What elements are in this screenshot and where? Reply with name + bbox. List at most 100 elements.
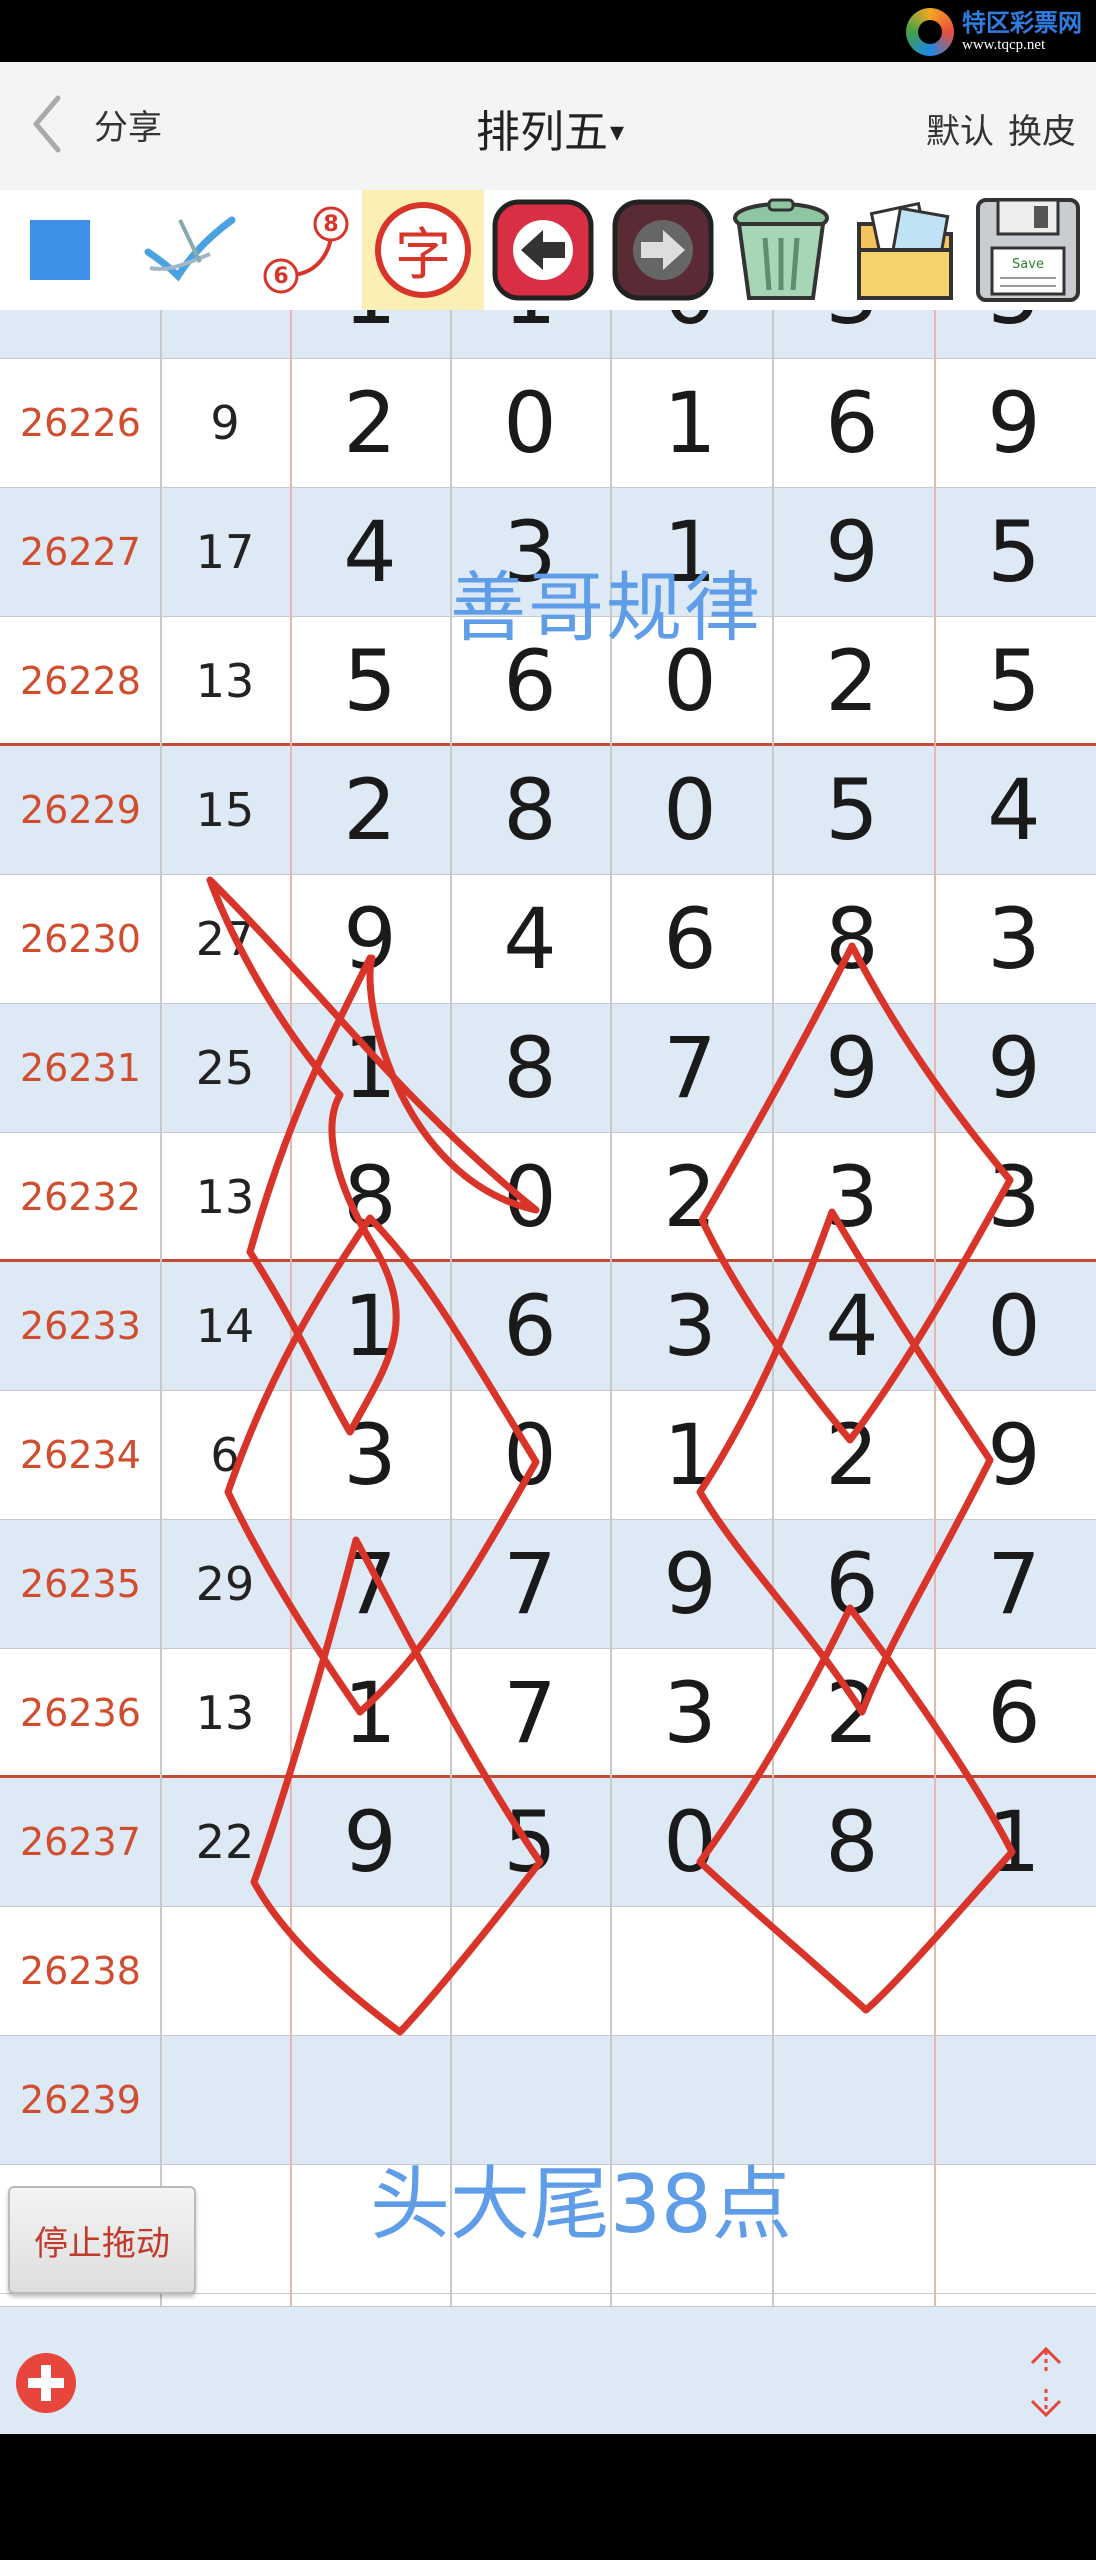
- digit-cell[interactable]: 9: [934, 1391, 1094, 1519]
- digit-cell[interactable]: [610, 1907, 770, 2035]
- logo-text: 特区彩票网: [962, 9, 1082, 37]
- digit-cell[interactable]: 6: [934, 1649, 1094, 1777]
- top-status-bar: 特区彩票网 www.tqcp.net: [0, 0, 1096, 62]
- clear-button[interactable]: [722, 190, 840, 310]
- digit-cell[interactable]: 9: [290, 875, 450, 1003]
- digit-cell[interactable]: [934, 2165, 1094, 2293]
- digit-cell[interactable]: 1: [290, 1649, 450, 1777]
- digit-cell[interactable]: 0: [450, 1391, 610, 1519]
- period-cell: 26230: [20, 917, 141, 961]
- digit-cell[interactable]: 5: [934, 617, 1094, 745]
- digit-cell[interactable]: 0: [934, 1262, 1094, 1390]
- digit-cell[interactable]: 5: [772, 746, 932, 874]
- digit-cell[interactable]: 0: [450, 1133, 610, 1261]
- change-skin-option[interactable]: 换皮: [1008, 104, 1076, 153]
- stop-drag-button[interactable]: 停止拖动: [8, 2186, 196, 2294]
- digit-cell[interactable]: 5: [450, 1778, 610, 1906]
- drawing-toolbar: 8 6 字 Save: [0, 190, 1096, 310]
- add-circle-icon[interactable]: [14, 2351, 78, 2415]
- digit-cell[interactable]: 7: [450, 1520, 610, 1648]
- digit-cell[interactable]: 4: [772, 1262, 932, 1390]
- digit-cell[interactable]: 8: [772, 875, 932, 1003]
- expand-vertical-icon[interactable]: [1024, 2345, 1068, 2419]
- digit-cell[interactable]: 2: [772, 1391, 932, 1519]
- digit-cell[interactable]: 9: [772, 1004, 932, 1132]
- digit-cell[interactable]: 3: [772, 310, 932, 358]
- digit-cell[interactable]: [450, 1907, 610, 2035]
- digit-cell[interactable]: [772, 2165, 932, 2293]
- default-option[interactable]: 默认: [926, 104, 994, 153]
- sum-cell: 27: [195, 912, 255, 966]
- digit-cell[interactable]: [772, 1907, 932, 2035]
- share-back-button[interactable]: 分享: [28, 92, 188, 156]
- digit-cell[interactable]: 1: [450, 310, 610, 358]
- digit-cell[interactable]: [934, 2036, 1094, 2164]
- digit-cell[interactable]: 3: [934, 875, 1094, 1003]
- digit-cell[interactable]: 0: [610, 1778, 770, 1906]
- table-row: 262251111035: [0, 310, 1096, 359]
- digit-cell[interactable]: 9: [610, 1520, 770, 1648]
- digit-cell[interactable]: 0: [450, 359, 610, 487]
- digit-cell[interactable]: 6: [610, 875, 770, 1003]
- digit-cell[interactable]: 6: [450, 1262, 610, 1390]
- digit-cell[interactable]: 7: [934, 1520, 1094, 1648]
- save-button[interactable]: Save: [968, 190, 1088, 310]
- digit-cell[interactable]: 3: [610, 1649, 770, 1777]
- digit-cell[interactable]: 1: [610, 1391, 770, 1519]
- digit-cell[interactable]: 5: [934, 488, 1094, 616]
- save-disk-icon: Save: [976, 198, 1080, 302]
- digit-cell[interactable]: 3: [772, 1133, 932, 1261]
- table-row: 26233 14 1 6 3 4 0: [0, 1262, 1096, 1391]
- digit-cell[interactable]: [934, 1907, 1094, 2035]
- digit-cell[interactable]: 9: [772, 488, 932, 616]
- connect-tool[interactable]: 8 6: [250, 190, 360, 310]
- digit-cell[interactable]: 2: [772, 617, 932, 745]
- digit-cell[interactable]: 7: [290, 1520, 450, 1648]
- table-row: 26232 13 8 0 2 3 3: [0, 1133, 1096, 1262]
- digit-cell[interactable]: 8: [450, 746, 610, 874]
- sum-cell: 22: [195, 1815, 255, 1869]
- digit-cell[interactable]: 4: [934, 746, 1094, 874]
- digit-cell[interactable]: 2: [290, 359, 450, 487]
- digit-cell[interactable]: 1: [290, 1262, 450, 1390]
- digit-cell[interactable]: 1: [290, 310, 450, 358]
- digit-cell[interactable]: 2: [772, 1649, 932, 1777]
- digit-cell[interactable]: 8: [772, 1778, 932, 1906]
- digit-cell[interactable]: 7: [610, 1004, 770, 1132]
- undo-button[interactable]: [488, 190, 598, 310]
- redo-button[interactable]: [608, 190, 718, 310]
- digit-cell[interactable]: 5: [290, 617, 450, 745]
- digit-cell[interactable]: 4: [450, 875, 610, 1003]
- pen-tool[interactable]: [135, 190, 245, 310]
- digit-cell[interactable]: 1: [610, 359, 770, 487]
- digit-cell[interactable]: 0: [610, 310, 770, 358]
- color-picker-tool[interactable]: [10, 190, 110, 310]
- digit-cell[interactable]: 7: [450, 1649, 610, 1777]
- digit-cell[interactable]: 9: [290, 1778, 450, 1906]
- digit-cell[interactable]: 5: [934, 310, 1094, 358]
- digit-cell[interactable]: 2: [290, 746, 450, 874]
- digit-cell[interactable]: 6: [772, 1520, 932, 1648]
- system-nav-area: [0, 2434, 1096, 2560]
- digit-cell[interactable]: 0: [610, 746, 770, 874]
- text-tool[interactable]: 字: [362, 190, 484, 310]
- digit-cell[interactable]: [772, 2036, 932, 2164]
- table-row: 26226 9 2 0 1 6 9: [0, 359, 1096, 488]
- gallery-button[interactable]: [845, 190, 965, 310]
- digit-cell[interactable]: 3: [610, 1262, 770, 1390]
- redo-arrow-icon: [612, 199, 714, 301]
- digit-cell[interactable]: 1: [934, 1778, 1094, 1906]
- digit-cell[interactable]: 1: [290, 1004, 450, 1132]
- digit-cell[interactable]: 6: [772, 359, 932, 487]
- digit-cell[interactable]: 2: [610, 1133, 770, 1261]
- digit-cell[interactable]: 4: [290, 488, 450, 616]
- digit-cell[interactable]: 9: [934, 1004, 1094, 1132]
- digit-cell[interactable]: 3: [934, 1133, 1094, 1261]
- table-row: 26238: [0, 1907, 1096, 2036]
- digit-cell[interactable]: 9: [934, 359, 1094, 487]
- digit-cell[interactable]: 3: [290, 1391, 450, 1519]
- digit-cell[interactable]: 8: [450, 1004, 610, 1132]
- page-title[interactable]: 排列五▾: [430, 96, 670, 160]
- digit-cell[interactable]: [290, 1907, 450, 2035]
- digit-cell[interactable]: 8: [290, 1133, 450, 1261]
